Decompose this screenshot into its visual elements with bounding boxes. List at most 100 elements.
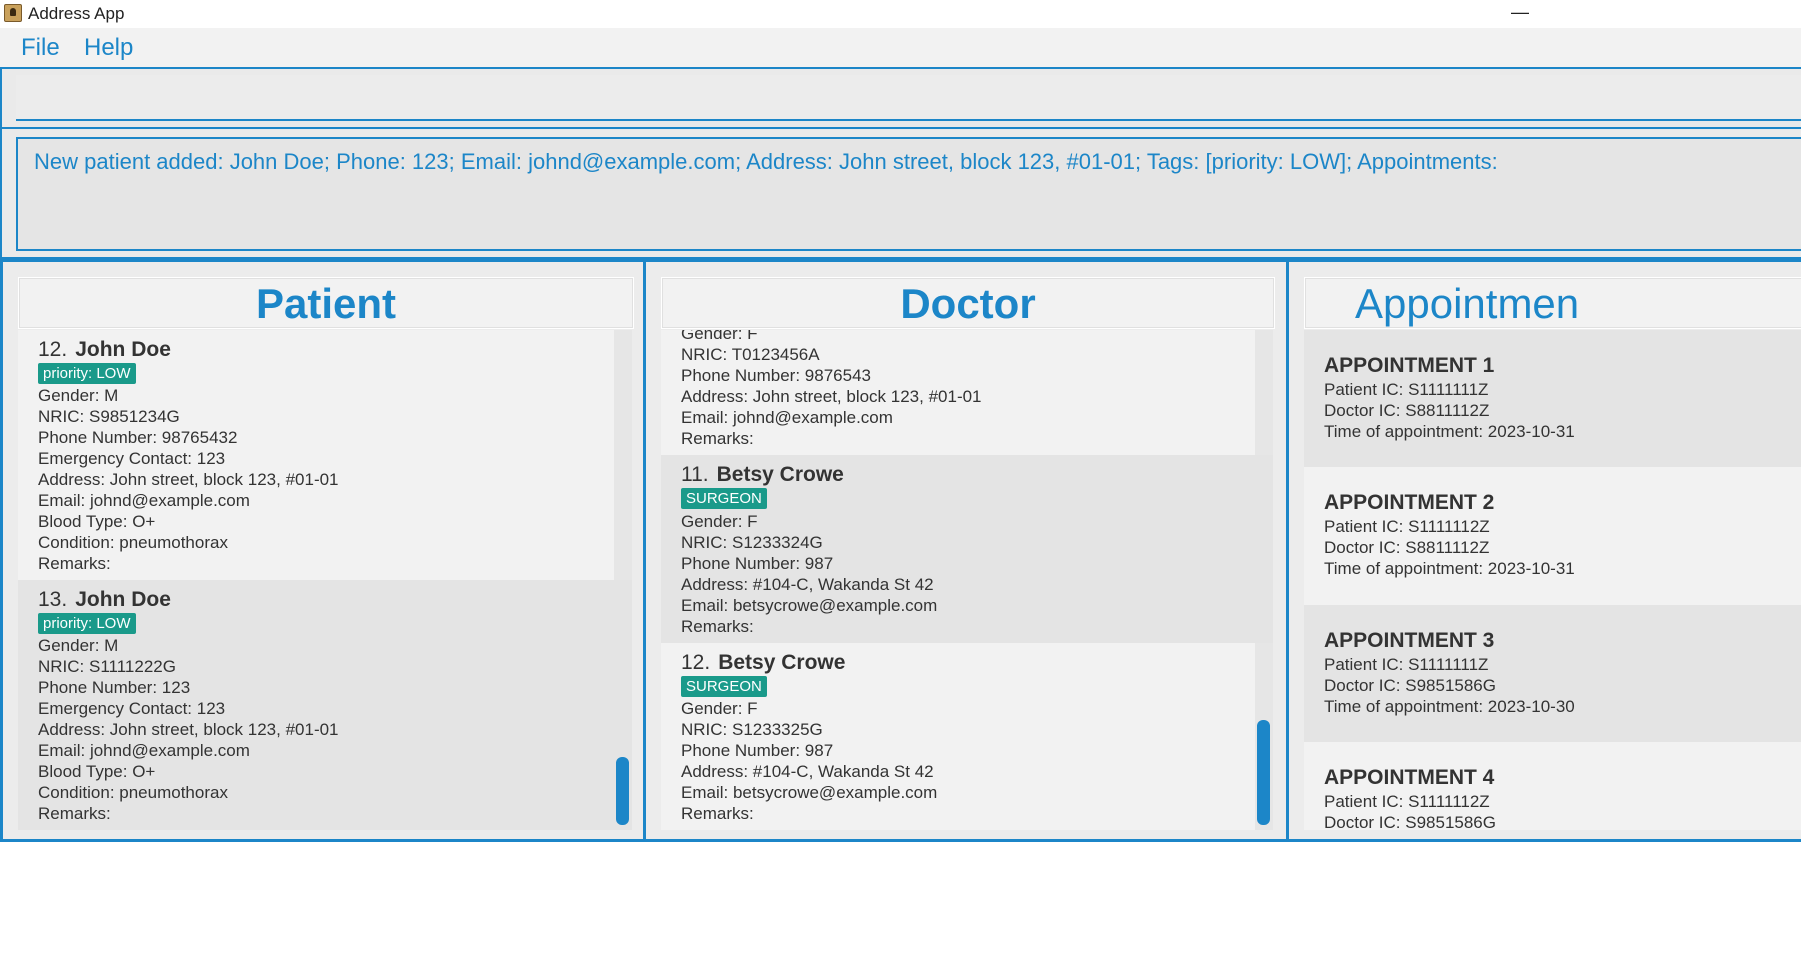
doctor-nric: NRIC: S1233325G — [681, 720, 823, 739]
patient-email: Email: johnd@example.com — [38, 491, 250, 510]
appointment-patient-ic: Patient IC: S1111111Z — [1324, 655, 1489, 674]
patient-card-header: 12. John Doe — [38, 338, 171, 362]
menu-bar: File Help — [0, 28, 1801, 68]
doctor-phone: Phone Number: 987 — [681, 554, 834, 573]
appointment-doctor-ic: Doctor IC: S9851586G — [1324, 813, 1496, 830]
patient-nric: NRIC: S9851234G — [38, 407, 180, 426]
patient-name: John Doe — [75, 338, 171, 361]
patient-remarks: Remarks: — [38, 804, 111, 823]
doctor-index: 11. — [681, 463, 709, 486]
patient-panel-header: Patient — [18, 277, 634, 329]
doctor-list[interactable]: Gender: F NRIC: T0123456A Phone Number: … — [661, 330, 1273, 830]
doctor-remarks: Remarks: — [681, 617, 754, 636]
doctor-nric: NRIC: T0123456A — [681, 345, 820, 364]
result-display[interactable]: New patient added: John Doe; Phone: 123;… — [16, 137, 1801, 251]
priority-tag: priority: LOW — [38, 613, 136, 634]
patient-blood-type: Blood Type: O+ — [38, 512, 156, 531]
menu-help[interactable]: Help — [84, 34, 133, 62]
doctor-card-header: 12. Betsy Crowe — [681, 651, 845, 675]
appointment-patient-ic: Patient IC: S1111111Z — [1324, 380, 1489, 399]
appointment-title: APPOINTMENT 1 — [1324, 354, 1495, 377]
doctor-card[interactable]: 12. Betsy Crowe SURGEON Gender: F NRIC: S… — [661, 643, 1255, 830]
patient-card-header: 13. John Doe — [38, 588, 171, 612]
patient-address: Address: John street, block 123, #01-01 — [38, 470, 339, 489]
doctor-gender: Gender: F — [681, 699, 758, 718]
appointment-panel-title: Appointmen — [1355, 280, 1580, 327]
patient-gender: Gender: M — [38, 636, 119, 655]
command-box-pane — [0, 67, 1801, 129]
title-bar: Address App — — [0, 0, 1801, 28]
specialty-tag: SURGEON — [681, 488, 767, 509]
doctor-remarks: Remarks: — [681, 429, 754, 448]
patient-index: 13. — [38, 588, 68, 611]
appointment-card[interactable]: APPOINTMENT 3 Patient IC: S1111111Z Doct… — [1304, 605, 1801, 742]
doctor-card[interactable]: Gender: F NRIC: T0123456A Phone Number: … — [661, 330, 1255, 455]
doctor-card-header: 11. Betsy Crowe — [681, 463, 844, 487]
address-book-icon — [4, 4, 22, 22]
doctor-gender: Gender: F — [681, 330, 758, 343]
patient-phone: Phone Number: 123 — [38, 678, 191, 697]
doctor-name: Betsy Crowe — [716, 463, 844, 486]
doctor-panel-header: Doctor — [661, 277, 1275, 329]
doctor-phone: Phone Number: 987 — [681, 741, 834, 760]
lists-container: Patient 12. John Doe priority: LOW Gender… — [0, 259, 1801, 968]
patient-condition: Condition: pneumothorax — [38, 783, 228, 802]
doctor-gender: Gender: F — [681, 512, 758, 531]
patient-card[interactable]: 12. John Doe priority: LOW Gender: M NRIC… — [18, 330, 614, 580]
doctor-name: Betsy Crowe — [718, 651, 846, 674]
menu-file[interactable]: File — [21, 34, 60, 62]
patient-list[interactable]: 12. John Doe priority: LOW Gender: M NRIC… — [18, 330, 632, 830]
doctor-address: Address: John street, block 123, #01-01 — [681, 387, 982, 406]
patient-index: 12. — [38, 338, 68, 361]
doctor-remarks: Remarks: — [681, 804, 754, 823]
minimize-button[interactable]: — — [1500, 0, 1540, 28]
appointment-title: APPOINTMENT 4 — [1324, 766, 1495, 789]
window-title: Address App — [28, 4, 125, 23]
appointment-title: APPOINTMENT 3 — [1324, 629, 1495, 652]
appointment-list[interactable]: APPOINTMENT 1 Patient IC: S1111111Z Doct… — [1304, 330, 1801, 830]
doctor-panel: Doctor Gender: F NRIC: T0123456A Phone N… — [643, 259, 1289, 842]
appointment-patient-ic: Patient IC: S1111112Z — [1324, 792, 1490, 811]
command-input[interactable] — [16, 75, 1801, 121]
doctor-email: Email: betsycrowe@example.com — [681, 596, 938, 615]
patient-gender: Gender: M — [38, 386, 119, 405]
appointment-panel-header: Appointmen — [1304, 277, 1801, 329]
patient-card[interactable]: 13. John Doe priority: LOW Gender: M NRIC… — [18, 580, 632, 830]
result-display-pane: New patient added: John Doe; Phone: 123;… — [0, 127, 1801, 259]
appointment-time: Time of appointment: 2023-10-30 — [1324, 697, 1575, 716]
appointment-card[interactable]: APPOINTMENT 4 Patient IC: S1111112Z Doct… — [1304, 742, 1801, 830]
doctor-email: Email: betsycrowe@example.com — [681, 783, 938, 802]
patient-name: John Doe — [75, 588, 171, 611]
doctor-address: Address: #104-C, Wakanda St 42 — [681, 575, 934, 594]
appointment-card[interactable]: APPOINTMENT 1 Patient IC: S1111111Z Doct… — [1304, 330, 1801, 467]
appointment-doctor-ic: Doctor IC: S9851586G — [1324, 676, 1496, 695]
patient-phone: Phone Number: 98765432 — [38, 428, 238, 447]
patient-panel-title: Patient — [255, 280, 397, 327]
patient-email: Email: johnd@example.com — [38, 741, 250, 760]
patient-nric: NRIC: S1111222G — [38, 657, 176, 676]
patient-emergency-contact: Emergency Contact: 123 — [38, 449, 226, 468]
patient-list-scrollbar[interactable] — [616, 757, 629, 825]
appointment-card[interactable]: APPOINTMENT 2 Patient IC: S1111112Z Doct… — [1304, 467, 1801, 605]
appointment-time: Time of appointment: 2023-10-31 — [1324, 422, 1575, 441]
doctor-email: Email: johnd@example.com — [681, 408, 893, 427]
patient-address: Address: John street, block 123, #01-01 — [38, 720, 339, 739]
appointment-panel: Appointmen APPOINTMENT 1 Patient IC: S11… — [1286, 259, 1801, 842]
result-message: New patient added: John Doe; Phone: 123;… — [34, 149, 1498, 174]
doctor-nric: NRIC: S1233324G — [681, 533, 823, 552]
patient-blood-type: Blood Type: O+ — [38, 762, 156, 781]
doctor-phone: Phone Number: 9876543 — [681, 366, 871, 385]
patient-condition: Condition: pneumothorax — [38, 533, 228, 552]
appointment-doctor-ic: Doctor IC: S8811112Z — [1324, 538, 1490, 557]
patient-panel: Patient 12. John Doe priority: LOW Gender… — [0, 259, 646, 842]
doctor-card[interactable]: 11. Betsy Crowe SURGEON Gender: F NRIC: S… — [661, 455, 1273, 643]
specialty-tag: SURGEON — [681, 676, 767, 697]
appointment-time: Time of appointment: 2023-10-31 — [1324, 559, 1575, 578]
appointment-doctor-ic: Doctor IC: S8811112Z — [1324, 401, 1490, 420]
doctor-address: Address: #104-C, Wakanda St 42 — [681, 762, 934, 781]
doctor-list-scrollbar[interactable] — [1257, 720, 1270, 825]
doctor-index: 12. — [681, 651, 711, 674]
patient-emergency-contact: Emergency Contact: 123 — [38, 699, 226, 718]
doctor-panel-title: Doctor — [900, 280, 1036, 327]
appointment-title: APPOINTMENT 2 — [1324, 491, 1495, 514]
